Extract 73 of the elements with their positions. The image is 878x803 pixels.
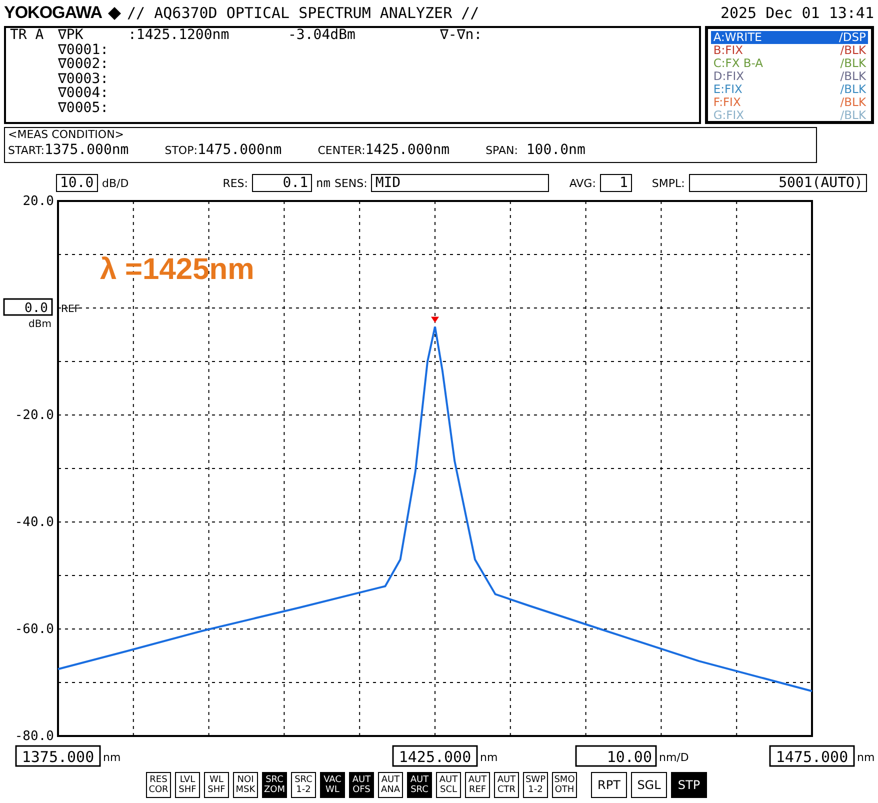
meas-condition-value: CENTER:1425.000nm (318, 141, 450, 160)
trace-item[interactable]: A:WRITE /DSP (711, 31, 868, 44)
meas-condition-value: STOP:1475.000nm (164, 141, 282, 160)
marker-label: ∇0004: (58, 86, 109, 100)
trace-label: TR A (10, 28, 45, 42)
softkey-button[interactable]: AUT REF (465, 772, 490, 798)
marker-label: ∇0005: (58, 100, 109, 115)
x-axis-field[interactable]: 1425.000 (392, 745, 478, 767)
x-tick-label: 1475.000 (776, 748, 848, 766)
smpl-field[interactable]: 5001(AUTO) (688, 174, 867, 192)
smpl-label: SMPL: (652, 176, 685, 190)
res-field[interactable]: 0.1 (252, 174, 312, 192)
softkey-button[interactable]: AUT SCL (436, 772, 461, 798)
sweep-button[interactable]: STP (671, 772, 707, 798)
y-axis-label: -40.0 (14, 515, 54, 530)
trace-item[interactable]: D:FIX /BLK (711, 70, 868, 83)
x-axis-unit: nm (103, 751, 121, 764)
y-axis-label: -80.0 (14, 729, 54, 744)
delta-marker-label: ∇-∇n: (440, 28, 482, 42)
peak-wavelength: :1425.1200nm (128, 28, 230, 42)
diamond-icon (108, 6, 122, 20)
marker-label: ∇0001: (58, 42, 109, 57)
softkey-button[interactable]: AUT OFS (349, 772, 374, 798)
ref-label: REF (61, 304, 80, 315)
peak-marker-icon (431, 316, 439, 323)
meas-condition-value: START:1375.000nm (8, 141, 129, 160)
y-axis-label: -60.0 (14, 622, 54, 637)
y-axis-label: 20.0 (22, 194, 54, 209)
marker-label: ∇0002: (58, 57, 109, 72)
avg-label: AVG: (569, 176, 596, 190)
x-tick-label: 1425.000 (398, 748, 472, 766)
x-tick-label: 1375.000 (22, 748, 94, 766)
softkey-button[interactable]: NOI MSK (233, 772, 258, 798)
meas-condition-title: <MEAS CONDITION> (8, 128, 126, 141)
x-axis-unit: nm (480, 751, 498, 764)
softkey-button[interactable]: SRC ZOM (262, 772, 287, 798)
x-scale-field[interactable]: 10.00 (575, 745, 657, 767)
res-label: RES: (222, 176, 248, 190)
trace-item[interactable]: E:FIX /BLK (711, 83, 868, 96)
x-axis-field[interactable]: 1375.000 (15, 745, 101, 767)
y-axis-label: -20.0 (14, 408, 54, 423)
x-axis-unit: nm (857, 751, 875, 764)
sweep-button[interactable]: RPT (591, 772, 627, 798)
instrument-title: // AQ6370D OPTICAL SPECTRUM ANALYZER // (127, 4, 480, 22)
res-unit: nm (316, 176, 330, 190)
sens-field[interactable]: MID (371, 174, 550, 192)
peak-level: -3.04dBm (288, 28, 356, 42)
softkey-button[interactable]: VAC WL (320, 772, 345, 798)
marker-label: ∇0003: (58, 72, 109, 86)
softkey-button[interactable]: AUT CTR (494, 772, 519, 798)
softkey-button[interactable]: SWP 1-2 (523, 772, 548, 798)
meas-condition-value: SPAN: 100.0nm (486, 141, 586, 160)
trace-item[interactable]: B:FIX /BLK (711, 44, 868, 57)
date-time: 2025 Dec 01 13:41 (720, 4, 874, 22)
softkey-button[interactable]: SRC 1-2 (291, 772, 316, 798)
x-axis-field[interactable]: 1475.000 (769, 745, 855, 767)
wavelength-annotation: λ =1425nm (100, 253, 254, 286)
softkey-button[interactable]: SMO OTH (552, 772, 577, 798)
softkey-button[interactable]: LVL SHF (175, 772, 200, 798)
softkey-button[interactable]: WL SHF (204, 772, 229, 798)
scale-unit: dB/D (102, 176, 129, 190)
x-scale-unit: nm/D (659, 751, 689, 764)
softkey-button[interactable]: AUT ANA (378, 772, 403, 798)
peak-marker-label: ∇PK (58, 28, 84, 42)
brand-logo: YOKOGAWA (4, 3, 102, 23)
sweep-button[interactable]: SGL (631, 772, 667, 798)
softkey-button[interactable]: AUT SRC (407, 772, 432, 798)
scale-field[interactable]: 10.0 (56, 174, 98, 192)
softkey-button[interactable]: RES COR (146, 772, 171, 798)
avg-field[interactable]: 1 (600, 174, 632, 192)
ref-unit: dBm (28, 319, 52, 330)
sens-label: SENS: (334, 176, 368, 190)
ref-level-field[interactable]: 0.0 (3, 298, 53, 316)
